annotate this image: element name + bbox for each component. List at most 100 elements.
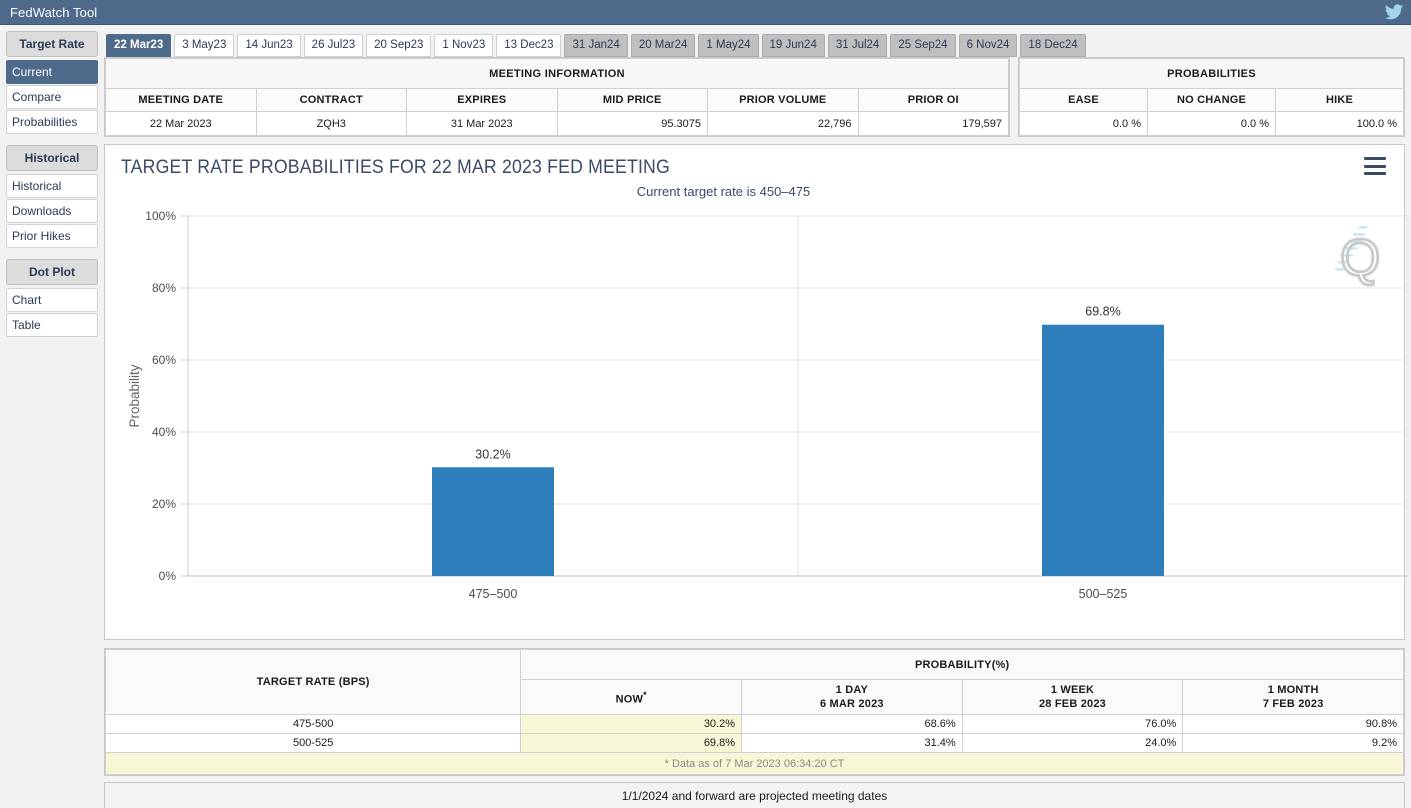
col-expires: EXPIRES: [406, 88, 558, 112]
cell-one-month: 9.2%: [1182, 733, 1404, 753]
hamburger-menu-icon[interactable]: [1364, 157, 1386, 175]
col-ease: EASE: [1019, 88, 1148, 112]
sidebar-item-probabilities[interactable]: Probabilities: [6, 110, 98, 134]
cell-ease: 0.0 %: [1019, 111, 1148, 136]
y-tick-label: 100%: [145, 209, 176, 223]
tab-1-may24[interactable]: 1 May24: [698, 34, 759, 57]
col-prior-volume: PRIOR VOLUME: [707, 88, 859, 112]
col-prior-oi: PRIOR OI: [857, 88, 1009, 112]
sidebar-item-historical[interactable]: Historical: [6, 174, 98, 198]
tab-19-jun24[interactable]: 19 Jun24: [761, 34, 825, 57]
cell-expires: 31 Mar 2023: [406, 111, 558, 136]
footnote-row: * Data as of 7 Mar 2023 06:34:20 CT: [105, 752, 1404, 775]
prob-col-title: NOW: [615, 693, 644, 706]
sidebar-item-chart[interactable]: Chart: [6, 288, 98, 312]
cell-mid-price: 95.3075: [556, 111, 708, 136]
bar-chart-svg: 0% 20% 40% 60% 80% 100% 30.2% 475–500 69.8% 500–5…: [127, 209, 1409, 601]
cell-now: 30.2%: [520, 714, 743, 734]
x-tick-label: 500–525: [1079, 587, 1128, 601]
table-row: 475-500 30.2% 68.6% 76.0% 90.8%: [104, 714, 1404, 734]
sidebar-item-compare[interactable]: Compare: [6, 85, 98, 109]
tab-25-sep24[interactable]: 25 Sep24: [890, 34, 956, 57]
prob-col-1-month: 1 MONTH 7 FEB 2023: [1182, 679, 1404, 715]
tab-31-jul24[interactable]: 31 Jul24: [827, 34, 888, 57]
tab-1-nov23[interactable]: 1 Nov23: [434, 34, 494, 57]
cell-one-day: 68.6%: [741, 714, 963, 734]
chart-subtitle: Current target rate is 450–475: [636, 184, 811, 199]
target-rate-header: TARGET RATE (BPS): [104, 649, 522, 715]
sidebar-item-prior-hikes[interactable]: Prior Hikes: [6, 224, 98, 248]
prob-col-title: 1 WEEK: [1050, 684, 1095, 696]
tab-6-nov24[interactable]: 6 Nov24: [958, 34, 1018, 57]
sidebar-item-downloads[interactable]: Downloads: [6, 199, 98, 223]
y-tick-label: 40%: [152, 425, 176, 439]
cell-contract: ZQH3: [255, 111, 407, 136]
prob-col-subtitle: 7 FEB 2023: [1262, 698, 1324, 710]
tab-18-dec24[interactable]: 18 Dec24: [1020, 34, 1086, 57]
tab-31-jan24[interactable]: 31 Jan24: [564, 34, 628, 57]
plot-area: 0% 20% 40% 60% 80% 100% 30.2% 475–500 69.8% 500–5…: [113, 201, 1409, 621]
sidebar: Target Rate Current Compare Probabilitie…: [6, 31, 98, 808]
cell-target-rate: 475-500: [104, 714, 522, 734]
col-hike: HIKE: [1275, 88, 1404, 112]
probabilities-summary-table: PROBABILITIES EASE NO CHANGE HIKE 0.0 % …: [1018, 57, 1405, 137]
x-tick-label: 475–500: [469, 587, 518, 601]
table-row: 22 Mar 2023 ZQH3 31 Mar 2023 95.3075 22,…: [105, 111, 1009, 136]
tab-3-may23[interactable]: 3 May23: [174, 34, 235, 57]
cell-prior-oi: 179,597: [857, 111, 1009, 136]
meeting-information-banner: MEETING INFORMATION: [105, 58, 1009, 89]
main-content: 22 Mar23 3 May23 14 Jun23 26 Jul23 20 Sep23 1…: [98, 31, 1409, 808]
page-body: Target Rate Current Compare Probabilitie…: [0, 25, 1411, 808]
sidebar-item-table[interactable]: Table: [6, 313, 98, 337]
col-meeting-date: MEETING DATE: [105, 88, 257, 112]
bar-data-label: 30.2%: [475, 447, 510, 461]
cell-target-rate: 500-525: [104, 733, 522, 753]
tab-14-jun23[interactable]: 14 Jun23: [237, 34, 301, 57]
probability-banner: PROBABILITY(%): [520, 649, 1404, 680]
chart-title: TARGET RATE PROBABILITIES FOR 22 MAR 202…: [121, 157, 670, 178]
probability-table: TARGET RATE (BPS) PROBABILITY(%) NOW* 1 D…: [104, 648, 1405, 776]
footnote-star: *: [643, 689, 647, 700]
prob-col-title: 1 MONTH: [1267, 684, 1319, 696]
sidebar-group-historical: Historical: [6, 145, 98, 171]
tab-13-dec23[interactable]: 13 Dec23: [496, 34, 562, 57]
cell-one-day: 31.4%: [741, 733, 963, 753]
sidebar-item-current[interactable]: Current: [6, 60, 98, 84]
app-header: FedWatch Tool: [0, 0, 1411, 25]
tab-20-sep23[interactable]: 20 Sep23: [366, 34, 432, 57]
sidebar-group-target-rate: Target Rate: [6, 31, 98, 57]
cell-no-change: 0.0 %: [1147, 111, 1276, 136]
bar[interactable]: [432, 467, 554, 576]
cell-now: 69.8%: [520, 733, 743, 753]
info-row: MEETING INFORMATION MEETING DATE CONTRAC…: [104, 57, 1405, 137]
prob-col-subtitle: 28 FEB 2023: [1038, 698, 1107, 710]
prob-col-now: NOW*: [520, 679, 743, 715]
cell-meeting-date: 22 Mar 2023: [105, 111, 257, 136]
cell-prior-volume: 22,796: [707, 111, 859, 136]
col-contract: CONTRACT: [255, 88, 407, 112]
y-tick-label: 0%: [159, 569, 177, 583]
cell-one-month: 90.8%: [1182, 714, 1404, 734]
bar[interactable]: [1042, 324, 1164, 576]
projected-meeting-dates-note: 1/1/2024 and forward are projected meeti…: [104, 782, 1405, 808]
y-axis-title: Probability: [127, 364, 142, 427]
probabilities-banner: PROBABILITIES: [1019, 58, 1404, 89]
y-tick-label: 20%: [152, 497, 176, 511]
chart-card: TARGET RATE PROBABILITIES FOR 22 MAR 202…: [104, 144, 1409, 640]
tab-26-jul23[interactable]: 26 Jul23: [303, 34, 364, 57]
col-no-change: NO CHANGE: [1147, 88, 1276, 112]
prob-col-1-day: 1 DAY 6 MAR 2023: [741, 679, 963, 715]
cell-hike: 100.0 %: [1275, 111, 1404, 136]
col-mid-price: MID PRICE: [556, 88, 708, 112]
meeting-date-tabs: 22 Mar23 3 May23 14 Jun23 26 Jul23 20 Sep23 1…: [104, 31, 1405, 57]
twitter-bird-icon[interactable]: [1383, 2, 1405, 22]
tab-20-mar24[interactable]: 20 Mar24: [630, 34, 696, 57]
cell-one-week: 24.0%: [961, 733, 1184, 753]
meeting-information-table: MEETING INFORMATION MEETING DATE CONTRAC…: [104, 57, 1010, 137]
tab-22-mar23[interactable]: 22 Mar23: [106, 34, 172, 57]
prob-col-title: 1 DAY: [835, 684, 869, 696]
bar-data-label: 69.8%: [1085, 305, 1120, 319]
table-row: 0.0 % 0.0 % 100.0 %: [1019, 111, 1404, 136]
